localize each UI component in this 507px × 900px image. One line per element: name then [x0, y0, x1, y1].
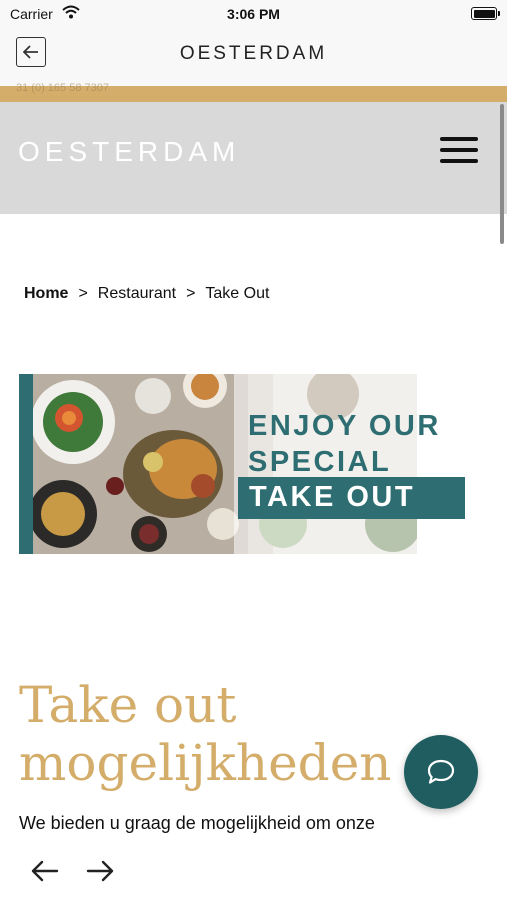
arrow-right-icon[interactable]: [85, 858, 115, 884]
scrollbar[interactable]: [500, 104, 504, 244]
chat-icon: [427, 759, 455, 784]
breadcrumb-separator: >: [78, 285, 88, 302]
intro-text: We bieden u graag de mogelijkheid om onz…: [19, 813, 375, 833]
chat-button[interactable]: [404, 735, 478, 809]
breadcrumb-separator: >: [186, 285, 196, 302]
app-title: OESTERDAM: [179, 43, 328, 64]
breadcrumb: Home > Restaurant > Take Out: [24, 285, 269, 303]
battery-icon: [471, 7, 500, 20]
banner-line-3: TAKE OUT: [249, 481, 416, 513]
arrow-left-icon[interactable]: [30, 858, 60, 884]
banner-takeout-box: TAKE OUT: [238, 477, 465, 519]
banner-accent: [19, 374, 33, 554]
site-logo[interactable]: OESTERDAM: [18, 136, 240, 168]
banner-line-2: SPECIAL: [248, 446, 392, 478]
menu-icon[interactable]: [440, 137, 478, 167]
status-time: 3:06 PM: [227, 6, 280, 22]
phone-number[interactable]: 31 (0) 165 58 7307: [16, 82, 109, 94]
app-bar: OESTERDAM: [0, 28, 507, 86]
banner-headline: ENJOY OUR SPECIAL: [248, 408, 441, 480]
heading-line-1: Take out: [19, 676, 237, 734]
contact-strip: 31 (0) 165 58 7307: [0, 82, 507, 102]
breadcrumb-restaurant[interactable]: Restaurant: [98, 285, 176, 302]
status-bar: Carrier 3:06 PM: [0, 0, 507, 28]
site-header: OESTERDAM: [0, 102, 507, 214]
breadcrumb-home[interactable]: Home: [24, 285, 68, 302]
page-heading: Take out mogelijkheden: [19, 676, 392, 792]
breadcrumb-take-out: Take Out: [205, 285, 270, 302]
heading-line-2: mogelijkheden: [19, 734, 392, 792]
banner-line-1: ENJOY OUR: [248, 410, 441, 442]
